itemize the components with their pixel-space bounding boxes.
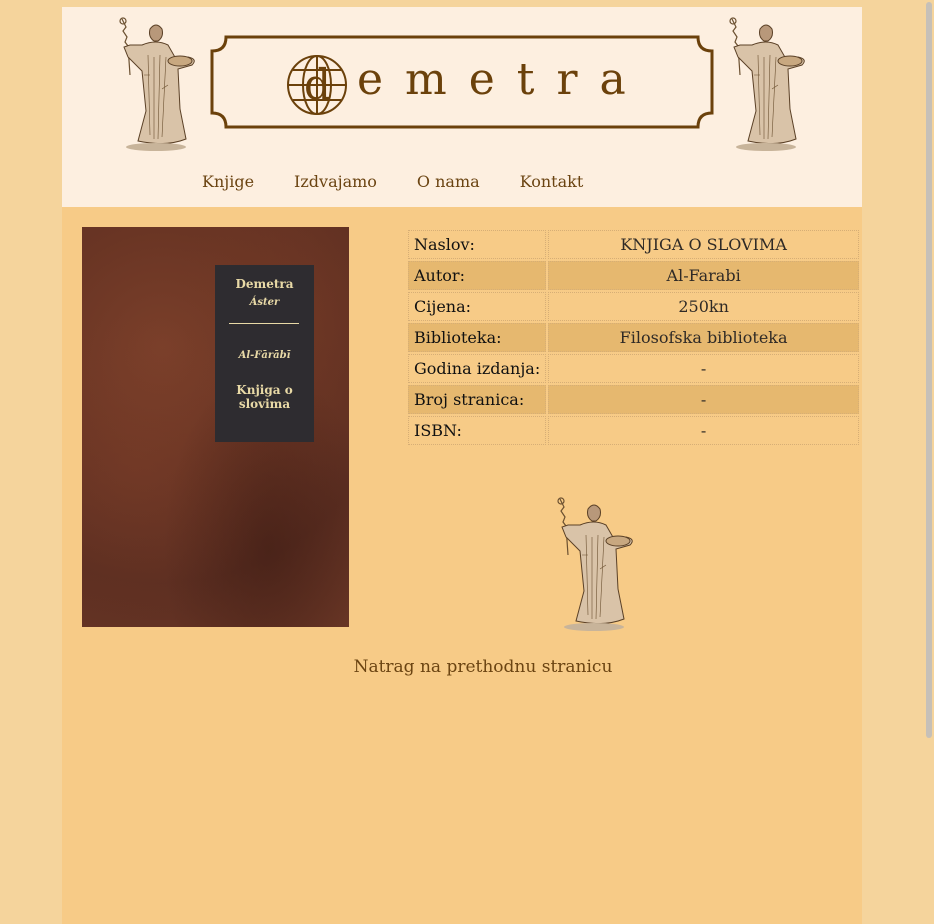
nav-link-knjige[interactable]: Knjige	[202, 170, 254, 196]
table-row: Naslov: KNJIGA O SLOVIMA	[408, 230, 859, 259]
cover-author: Al-Fārābī	[238, 350, 291, 361]
detail-label: Naslov:	[408, 230, 547, 259]
nav-link-o-nama[interactable]: O nama	[417, 170, 480, 196]
cover-publisher: Demetra	[235, 277, 294, 291]
site-header: d emetra Knjige Izdvajamo O nama Kontakt	[62, 7, 862, 207]
scrollbar-thumb[interactable]	[926, 2, 932, 738]
demeter-statue-icon	[546, 495, 638, 633]
nav-link-kontakt[interactable]: Kontakt	[520, 170, 584, 196]
table-row: Godina izdanja: -	[408, 354, 859, 383]
table-row: Biblioteka: Filosofska biblioteka	[408, 323, 859, 352]
detail-label: Autor:	[408, 261, 547, 290]
logo-initial: d	[304, 60, 331, 109]
detail-value: 250kn	[548, 292, 859, 321]
globe-icon: d	[287, 55, 347, 115]
detail-value: -	[548, 354, 859, 383]
back-link[interactable]: Natrag na prethodnu stranicu	[62, 657, 904, 677]
detail-value: KNJIGA O SLOVIMA	[548, 230, 859, 259]
cover-series: Áster	[249, 297, 280, 308]
demeter-statue-icon	[718, 15, 810, 153]
demeter-statue-icon	[108, 15, 200, 153]
detail-value: -	[548, 385, 859, 414]
detail-value: Al-Farabi	[548, 261, 859, 290]
main-nav: Knjige Izdvajamo O nama Kontakt	[202, 170, 623, 196]
page-container: d emetra Knjige Izdvajamo O nama Kontakt…	[62, 7, 862, 924]
logo-text: emetra	[357, 54, 648, 105]
table-row: Autor: Al-Farabi	[408, 261, 859, 290]
cover-label: Demetra Áster Al-Fārābī Knjiga o slovima	[215, 265, 314, 442]
book-details-table: Naslov: KNJIGA O SLOVIMA Autor: Al-Farab…	[406, 228, 861, 447]
nav-link-izdvajamo[interactable]: Izdvajamo	[294, 170, 377, 196]
cover-title: Knjiga o slovima	[236, 383, 293, 411]
detail-label: Cijena:	[408, 292, 547, 321]
table-row: Cijena: 250kn	[408, 292, 859, 321]
detail-value: -	[548, 416, 859, 445]
detail-label: Broj stranica:	[408, 385, 547, 414]
table-row: Broj stranica: -	[408, 385, 859, 414]
book-cover-image: Demetra Áster Al-Fārābī Knjiga o slovima	[82, 227, 349, 627]
detail-label: Godina izdanja:	[408, 354, 547, 383]
table-row: ISBN: -	[408, 416, 859, 445]
detail-value: Filosofska biblioteka	[548, 323, 859, 352]
detail-label: Biblioteka:	[408, 323, 547, 352]
detail-label: ISBN:	[408, 416, 547, 445]
